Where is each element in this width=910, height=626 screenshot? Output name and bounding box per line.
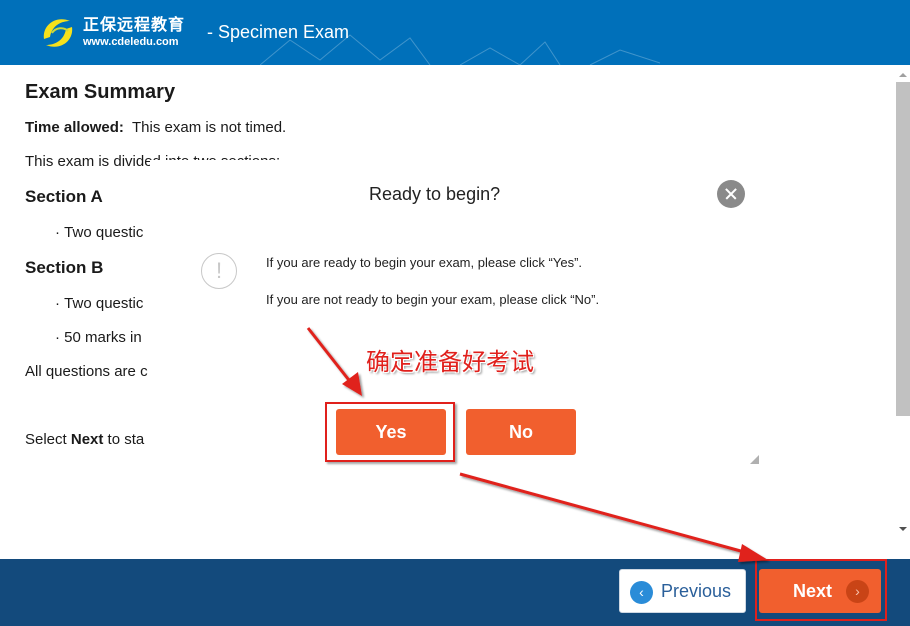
time-allowed: Time allowed: This exam is not timed. <box>25 119 286 136</box>
time-value: This exam is not timed. <box>132 119 287 136</box>
close-icon[interactable] <box>717 180 745 208</box>
no-button[interactable]: No <box>466 409 576 455</box>
previous-button[interactable]: ‹ Previous <box>619 569 746 613</box>
header-bar: 正保远程教育 www.cdeledu.com - Specimen Exam <box>0 0 910 65</box>
yes-highlight-box <box>325 402 455 462</box>
chevron-left-icon: ‹ <box>630 581 653 604</box>
section-b-item: · 50 marks in <box>55 329 142 346</box>
next-highlight-box <box>755 559 887 621</box>
message-not-ready: If you are not ready to begin your exam,… <box>266 292 600 307</box>
annotation-label: 确定准备好考试 <box>366 348 534 376</box>
scroll-up-arrow-icon[interactable] <box>899 73 907 77</box>
all-questions-text: All questions are c <box>25 363 148 380</box>
previous-label: Previous <box>661 581 732 601</box>
logo-chinese-name: 正保远程教育 <box>83 17 186 34</box>
message-ready: If you are ready to begin your exam, ple… <box>266 255 583 270</box>
ready-to-begin-dialog: Ready to begin? ! If you are ready to be… <box>150 160 765 470</box>
section-a-item: · Two questic <box>55 224 144 241</box>
section-b-item: · Two questic <box>55 295 144 312</box>
section-a-heading: Section A <box>25 187 103 206</box>
vertical-scrollbar[interactable] <box>896 65 910 559</box>
logo-url: www.cdeledu.com <box>83 36 179 48</box>
select-next-text: Select Next to sta <box>25 431 145 448</box>
warning-icon: ! <box>201 253 237 289</box>
dialog-title: Ready to begin? <box>369 184 501 204</box>
scroll-down-arrow-icon[interactable] <box>899 527 907 531</box>
brand-logo: 正保远程教育 www.cdeledu.com <box>38 13 185 53</box>
exam-title: - Specimen Exam <box>207 22 350 42</box>
resize-grip-icon[interactable] <box>750 455 759 464</box>
exam-window: 正保远程教育 www.cdeledu.com - Specimen Exam E… <box>0 0 910 626</box>
logo-swirl-icon <box>43 19 73 47</box>
summary-title: Exam Summary <box>25 81 176 103</box>
time-label: Time allowed: <box>25 119 124 136</box>
scroll-thumb[interactable] <box>896 82 910 416</box>
section-b-heading: Section B <box>25 258 104 277</box>
